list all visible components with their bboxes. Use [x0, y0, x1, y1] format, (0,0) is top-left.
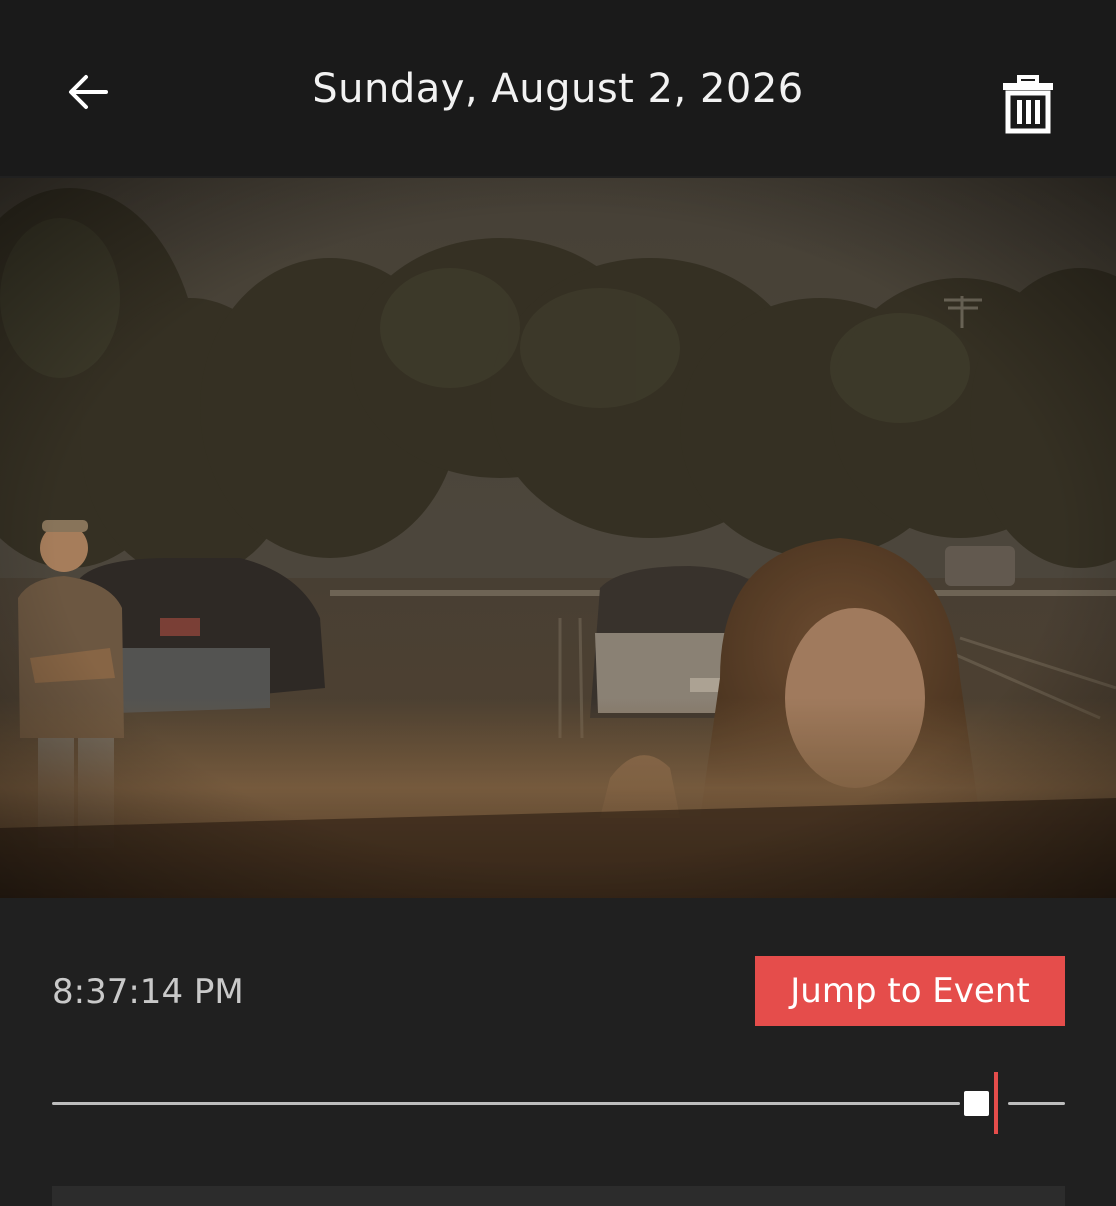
- scrubber-thumb[interactable]: [964, 1091, 989, 1116]
- dashcam-footage: [0, 178, 1116, 898]
- top-bar: Sunday, August 2, 2026: [0, 0, 1116, 176]
- playback-controls: 8:37:14 PM Jump to Event: [0, 898, 1116, 1206]
- timestamp-label: 8:37:14 PM: [52, 972, 244, 1012]
- trash-icon: [1003, 75, 1053, 134]
- page-title: Sunday, August 2, 2026: [312, 66, 804, 112]
- event-marker: [994, 1072, 998, 1134]
- bottom-panel: [52, 1186, 1065, 1206]
- timeline-track-right[interactable]: [1008, 1102, 1065, 1105]
- timeline-scrubber[interactable]: [52, 1072, 1065, 1134]
- timeline-track-left[interactable]: [52, 1102, 960, 1105]
- video-frame[interactable]: [0, 178, 1116, 898]
- delete-button[interactable]: [996, 72, 1060, 136]
- jump-to-event-button[interactable]: Jump to Event: [755, 956, 1065, 1026]
